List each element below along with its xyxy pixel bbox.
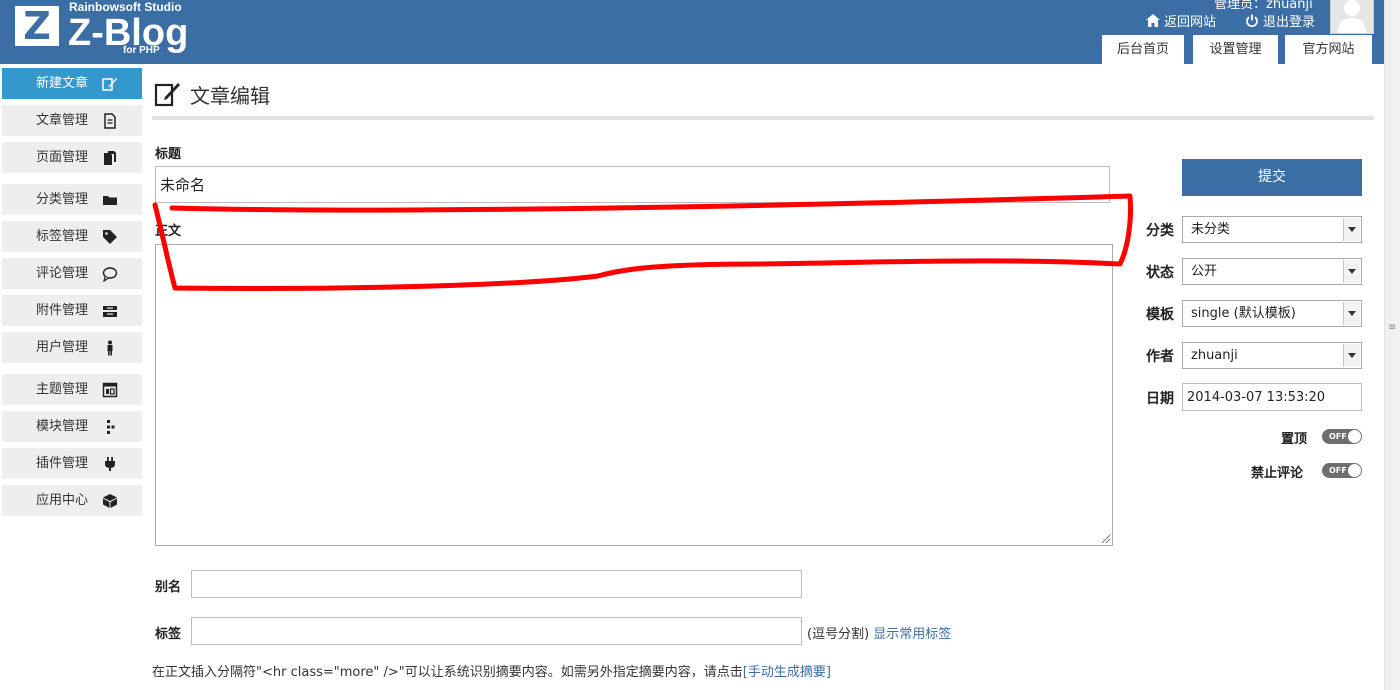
title-input[interactable] — [155, 166, 1110, 203]
user-icon — [107, 340, 113, 356]
submit-button[interactable]: 提交 — [1182, 159, 1362, 196]
sidebar-item-comment-manage[interactable]: 评论管理 — [2, 258, 142, 289]
new-article-icon — [102, 78, 117, 91]
logo-sub: for PHP — [123, 45, 160, 56]
tag-icon — [103, 230, 117, 244]
sidebar-item-label: 用户管理 — [36, 340, 89, 355]
app-center-icon — [103, 494, 117, 508]
category-label: 分类 — [1146, 223, 1174, 239]
home-icon — [1146, 14, 1160, 27]
sidebar-item-label: 插件管理 — [36, 456, 89, 471]
sidebar-item-user-manage[interactable]: 用户管理 — [2, 332, 142, 363]
date-input[interactable] — [1182, 383, 1362, 411]
power-icon — [1246, 14, 1258, 27]
toggle-knob — [1348, 430, 1361, 443]
sidebar-item-label: 分类管理 — [36, 192, 89, 207]
comment-icon — [102, 267, 118, 282]
sidebar-item-label: 主题管理 — [36, 382, 89, 397]
author-value: zhuanji — [1191, 348, 1238, 363]
edit-article-icon — [154, 83, 180, 107]
chevron-down-icon — [1343, 260, 1360, 283]
sticky-top-label: 置顶 — [1281, 432, 1308, 447]
status-value: 公开 — [1191, 264, 1218, 279]
sidebar-item-theme-manage[interactable]: 主题管理 — [2, 374, 142, 405]
page-manage-icon — [104, 151, 116, 165]
toggle-knob — [1348, 464, 1361, 477]
plugin-icon — [105, 457, 115, 471]
generate-summary-link[interactable]: [手动生成摘要] — [743, 665, 831, 680]
summary-hint-row: 在正文插入分隔符"<hr class="more" />"可以让系统识别摘要内容… — [152, 661, 831, 680]
sidebar-item-article-manage[interactable]: 文章管理 — [2, 105, 142, 136]
sidebar-item-attachment-manage[interactable]: 附件管理 — [2, 295, 142, 326]
disable-comment-label: 禁止评论 — [1251, 466, 1304, 481]
status-label: 状态 — [1146, 265, 1174, 281]
title-label: 标题 — [155, 147, 182, 162]
back-site-link[interactable]: 返回网站 — [1146, 11, 1216, 30]
module-icon — [107, 420, 115, 434]
category-value: 未分类 — [1191, 222, 1231, 237]
scrollbar-grip-icon: ≡ — [1388, 322, 1397, 333]
top-header: Z Rainbowsoft Studio Z-Blog for PHP 管理员：… — [0, 0, 1384, 64]
folder-icon — [103, 196, 117, 205]
sidebar-item-label: 附件管理 — [36, 303, 89, 318]
sidebar-item-label: 页面管理 — [36, 150, 89, 165]
sidebar-item-tag-manage[interactable]: 标签管理 — [2, 221, 142, 252]
body-editor[interactable] — [155, 244, 1113, 546]
page-scrollbar[interactable] — [1384, 0, 1400, 690]
sidebar-item-label: 评论管理 — [36, 266, 89, 281]
template-value: single (默认模板) — [1191, 306, 1296, 321]
chevron-down-icon — [1343, 218, 1360, 241]
sidebar-item-new-article[interactable]: 新建文章 — [2, 68, 142, 99]
body-label: 正文 — [155, 224, 182, 239]
template-select[interactable]: single (默认模板) — [1182, 300, 1362, 327]
tags-label: 标签 — [155, 627, 182, 642]
date-label: 日期 — [1146, 391, 1174, 407]
chevron-down-icon — [1343, 302, 1360, 325]
sidebar-item-label: 标签管理 — [36, 229, 89, 244]
logo-letter: Z — [23, 4, 51, 48]
tags-input[interactable] — [191, 617, 802, 645]
show-common-tags-link[interactable]: 显示常用标签 — [873, 627, 951, 642]
summary-hint: 在正文插入分隔符"<hr class="more" />"可以让系统识别摘要内容… — [152, 665, 743, 680]
back-site-label: 返回网站 — [1164, 15, 1217, 30]
alias-input[interactable] — [191, 570, 802, 598]
user-avatar-icon — [1338, 0, 1366, 33]
sidebar-item-label: 新建文章 — [36, 76, 89, 91]
tab-dashboard[interactable]: 后台首页 — [1102, 35, 1184, 64]
sidebar-item-label: 模块管理 — [36, 419, 89, 434]
disable-comment-toggle[interactable]: OFF — [1322, 463, 1362, 478]
status-select[interactable]: 公开 — [1182, 258, 1362, 285]
resize-handle-icon[interactable] — [1102, 535, 1110, 543]
logout-label: 退出登录 — [1263, 15, 1316, 30]
sticky-top-state: OFF — [1329, 432, 1347, 441]
title-divider — [152, 116, 1374, 120]
tags-hint: (逗号分割) — [807, 627, 870, 642]
attachment-icon — [103, 306, 117, 317]
article-manage-icon — [104, 113, 116, 129]
theme-icon — [102, 382, 118, 398]
sidebar-item-page-manage[interactable]: 页面管理 — [2, 142, 142, 173]
avatar[interactable] — [1330, 0, 1374, 34]
template-label: 模板 — [1146, 307, 1174, 323]
tab-settings[interactable]: 设置管理 — [1193, 35, 1278, 64]
sidebar-item-module-manage[interactable]: 模块管理 — [2, 411, 142, 442]
logo-mark: Z — [15, 4, 59, 48]
alias-label: 别名 — [155, 580, 182, 595]
author-select[interactable]: zhuanji — [1182, 342, 1362, 369]
sticky-top-toggle[interactable]: OFF — [1322, 429, 1362, 444]
disable-comment-state: OFF — [1329, 466, 1347, 475]
sidebar-item-plugin-manage[interactable]: 插件管理 — [2, 448, 142, 479]
category-select[interactable]: 未分类 — [1182, 216, 1362, 243]
chevron-down-icon — [1343, 344, 1360, 367]
sidebar-item-label: 应用中心 — [36, 493, 89, 508]
sidebar-item-app-center[interactable]: 应用中心 — [2, 485, 142, 516]
page-title: 文章编辑 — [190, 84, 270, 108]
tags-hint-row: (逗号分割) 显示常用标签 — [807, 623, 951, 642]
logout-link[interactable]: 退出登录 — [1245, 11, 1315, 30]
sidebar-item-label: 文章管理 — [36, 113, 89, 128]
author-label: 作者 — [1146, 349, 1174, 365]
tab-official-site[interactable]: 官方网站 — [1285, 35, 1372, 64]
sidebar-item-category-manage[interactable]: 分类管理 — [2, 184, 142, 215]
